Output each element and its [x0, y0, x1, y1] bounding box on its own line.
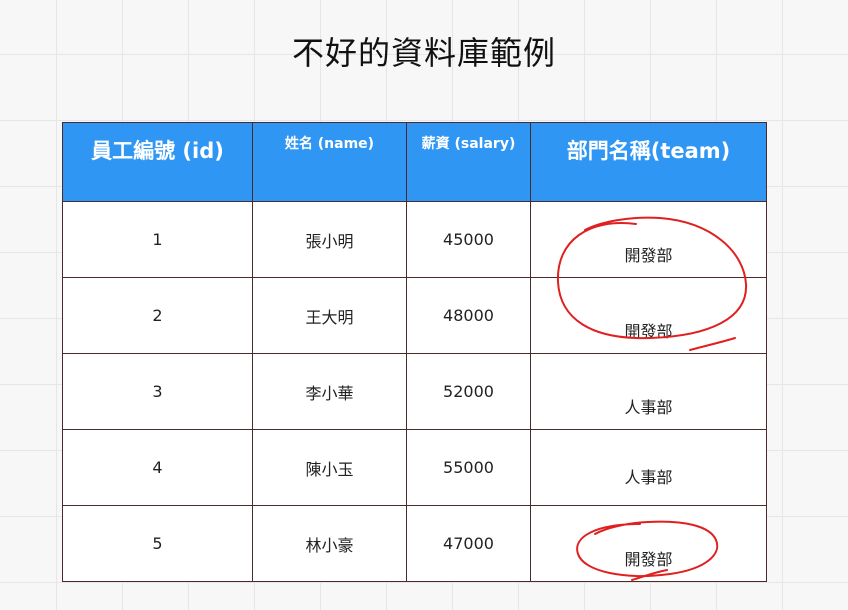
cell-team: 開發部 [530, 277, 767, 354]
cell-id: 4 [62, 429, 253, 506]
cell-salary: 48000 [406, 277, 531, 354]
cell-name: 林小豪 [252, 505, 407, 582]
cell-team: 開發部 [530, 505, 767, 582]
header-name: 姓名 (name) [252, 122, 407, 202]
table-header-row: 員工編號 (id) 姓名 (name) 薪資 (salary) 部門名稱(tea… [62, 122, 767, 202]
cell-id: 3 [62, 353, 253, 430]
cell-name: 王大明 [252, 277, 407, 354]
cell-team: 開發部 [530, 201, 767, 278]
cell-team: 人事部 [530, 353, 767, 430]
table-row: 3 李小華 52000 人事部 [62, 353, 767, 430]
diagram-title: 不好的資料庫範例 [291, 34, 556, 72]
cell-salary: 52000 [406, 353, 531, 430]
cell-salary: 47000 [406, 505, 531, 582]
cell-salary: 45000 [406, 201, 531, 278]
cell-name: 李小華 [252, 353, 407, 430]
table-row: 2 王大明 48000 開發部 [62, 277, 767, 354]
cell-name: 陳小玉 [252, 429, 407, 506]
cell-id: 2 [62, 277, 253, 354]
cell-salary: 55000 [406, 429, 531, 506]
cell-team: 人事部 [530, 429, 767, 506]
table-row: 1 張小明 45000 開發部 [62, 201, 767, 278]
header-salary: 薪資 (salary) [406, 122, 531, 202]
cell-id: 1 [62, 201, 253, 278]
employee-table: 員工編號 (id) 姓名 (name) 薪資 (salary) 部門名稱(tea… [62, 122, 767, 582]
cell-id: 5 [62, 505, 253, 582]
header-team: 部門名稱(team) [530, 122, 767, 202]
table-row: 4 陳小玉 55000 人事部 [62, 429, 767, 506]
table-row: 5 林小豪 47000 開發部 [62, 505, 767, 582]
cell-name: 張小明 [252, 201, 407, 278]
header-id: 員工編號 (id) [62, 122, 253, 202]
